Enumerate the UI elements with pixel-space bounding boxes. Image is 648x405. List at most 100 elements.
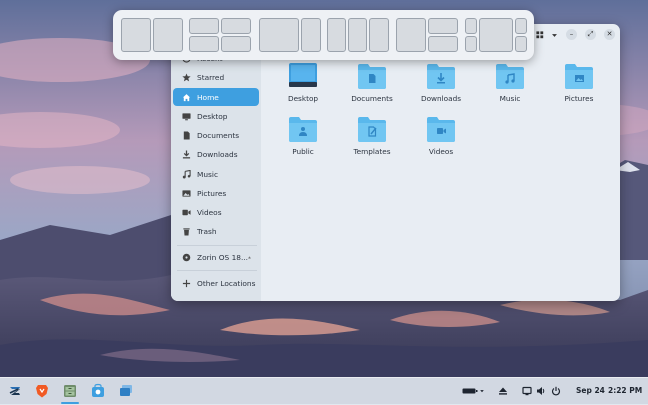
sidebar-item-label: Documents <box>197 131 239 140</box>
file-label: Videos <box>410 147 472 156</box>
sidebar-item-label: Desktop <box>197 112 227 121</box>
snap-zone[interactable] <box>515 36 527 52</box>
home-icon <box>182 93 191 102</box>
snap-layout-halves[interactable] <box>121 18 183 52</box>
snap-zone[interactable] <box>153 18 183 52</box>
snap-zone[interactable] <box>428 36 458 52</box>
sidebar-divider <box>177 270 257 271</box>
snap-layout-center-focus[interactable] <box>465 18 527 52</box>
file-label: Pictures <box>548 94 610 103</box>
music-icon <box>182 170 191 179</box>
file-item[interactable]: Downloads <box>410 62 472 103</box>
file-item[interactable]: Music <box>479 62 541 103</box>
sidebar-item-home[interactable]: Home <box>173 88 259 106</box>
clock-date[interactable]: Sep 24 <box>576 386 605 395</box>
zorin-menu-button[interactable] <box>6 382 24 400</box>
files-launcher[interactable] <box>61 382 79 400</box>
eject-tray-button[interactable] <box>498 386 508 396</box>
power-icon <box>551 386 561 396</box>
snap-zone[interactable] <box>259 18 299 52</box>
sidebar: Recent Starred Home Desktop Documents Do… <box>171 24 261 301</box>
eject-icon[interactable] <box>248 254 251 261</box>
sidebar-item-desktop[interactable]: Desktop <box>173 107 259 125</box>
brave-browser-launcher[interactable] <box>33 382 51 400</box>
sidebar-item-starred[interactable]: Starred <box>173 68 259 86</box>
picture-icon <box>182 189 191 198</box>
file-label: Desktop <box>272 94 334 103</box>
snap-zone[interactable] <box>465 36 477 52</box>
file-item[interactable]: Templates <box>341 115 403 156</box>
file-item[interactable]: Pictures <box>548 62 610 103</box>
software-store-launcher[interactable] <box>89 382 107 400</box>
file-item[interactable]: Documents <box>341 62 403 103</box>
windows-icon <box>118 383 134 399</box>
sidebar-item-documents[interactable]: Documents <box>173 126 259 144</box>
file-cabinet-icon <box>62 383 78 399</box>
sidebar-item-pictures[interactable]: Pictures <box>173 184 259 202</box>
sidebar-item-downloads[interactable]: Downloads <box>173 145 259 163</box>
documents-folder-icon <box>357 62 387 90</box>
sidebar-item-other-locations[interactable]: Other Locations <box>173 274 259 292</box>
snap-zone[interactable] <box>121 18 151 52</box>
snap-layout-half-stacked[interactable] <box>396 18 458 52</box>
view-options-button[interactable] <box>549 30 559 40</box>
notifications-button[interactable] <box>522 386 532 396</box>
snap-zone[interactable] <box>189 18 219 34</box>
document-icon <box>182 131 191 140</box>
sidebar-item-drive[interactable]: Zorin OS 18... <box>173 248 259 266</box>
eject-icon <box>498 386 508 396</box>
snap-layout-two-thirds[interactable] <box>259 18 321 52</box>
snap-zone[interactable] <box>348 18 367 52</box>
desktop-folder-icon <box>288 62 318 90</box>
brave-icon <box>34 383 50 399</box>
snap-layout-three-columns[interactable] <box>327 18 389 52</box>
volume-button[interactable] <box>536 386 546 396</box>
pictures-folder-icon <box>564 62 594 90</box>
chevron-down-icon <box>551 32 558 39</box>
screen-sharing-launcher[interactable] <box>117 382 135 400</box>
star-icon <box>182 73 191 82</box>
taskbar: Sep 24 2:22 PM <box>0 377 648 405</box>
sidebar-item-label: Starred <box>197 73 224 82</box>
videos-folder-icon <box>426 115 456 143</box>
snap-zone[interactable] <box>465 18 477 34</box>
snap-zone[interactable] <box>301 18 321 52</box>
file-item[interactable]: Public <box>272 115 334 156</box>
view-grid-button[interactable] <box>535 30 545 40</box>
snap-zone[interactable] <box>189 36 219 52</box>
file-item[interactable]: Videos <box>410 115 472 156</box>
sidebar-item-label: Zorin OS 18... <box>197 253 248 262</box>
tray-dropdown[interactable] <box>479 386 485 396</box>
sidebar-item-videos[interactable]: Videos <box>173 203 259 221</box>
maximize-button[interactable]: ⤢ <box>585 29 596 40</box>
grid-icon <box>536 31 544 39</box>
trash-icon <box>182 227 191 236</box>
sidebar-item-label: Pictures <box>197 189 226 198</box>
sidebar-divider <box>177 245 257 246</box>
file-label: Downloads <box>410 94 472 103</box>
close-button[interactable]: ✕ <box>604 29 615 40</box>
snap-zone[interactable] <box>396 18 426 52</box>
sidebar-item-music[interactable]: Music <box>173 165 259 183</box>
battery-icon <box>462 386 478 396</box>
file-label: Music <box>479 94 541 103</box>
power-button[interactable] <box>551 386 561 396</box>
keyboard-layout-indicator[interactable] <box>462 386 478 396</box>
minimize-button[interactable]: – <box>566 29 577 40</box>
snap-zone[interactable] <box>479 18 513 52</box>
clock-time[interactable]: 2:22 PM <box>608 386 642 395</box>
snap-zone[interactable] <box>221 18 251 34</box>
snap-zone[interactable] <box>428 18 458 34</box>
disk-icon <box>182 253 191 262</box>
file-item[interactable]: Desktop <box>272 62 334 103</box>
music-folder-icon <box>495 62 525 90</box>
sidebar-item-trash[interactable]: Trash <box>173 222 259 240</box>
snap-zone[interactable] <box>369 18 389 52</box>
snap-zone[interactable] <box>221 36 251 52</box>
snap-layouts-popup <box>113 10 534 60</box>
file-label: Documents <box>341 94 403 103</box>
snap-zone[interactable] <box>515 18 527 34</box>
snap-layout-quarters[interactable] <box>189 18 251 52</box>
sidebar-item-label: Home <box>197 93 219 102</box>
snap-zone[interactable] <box>327 18 346 52</box>
